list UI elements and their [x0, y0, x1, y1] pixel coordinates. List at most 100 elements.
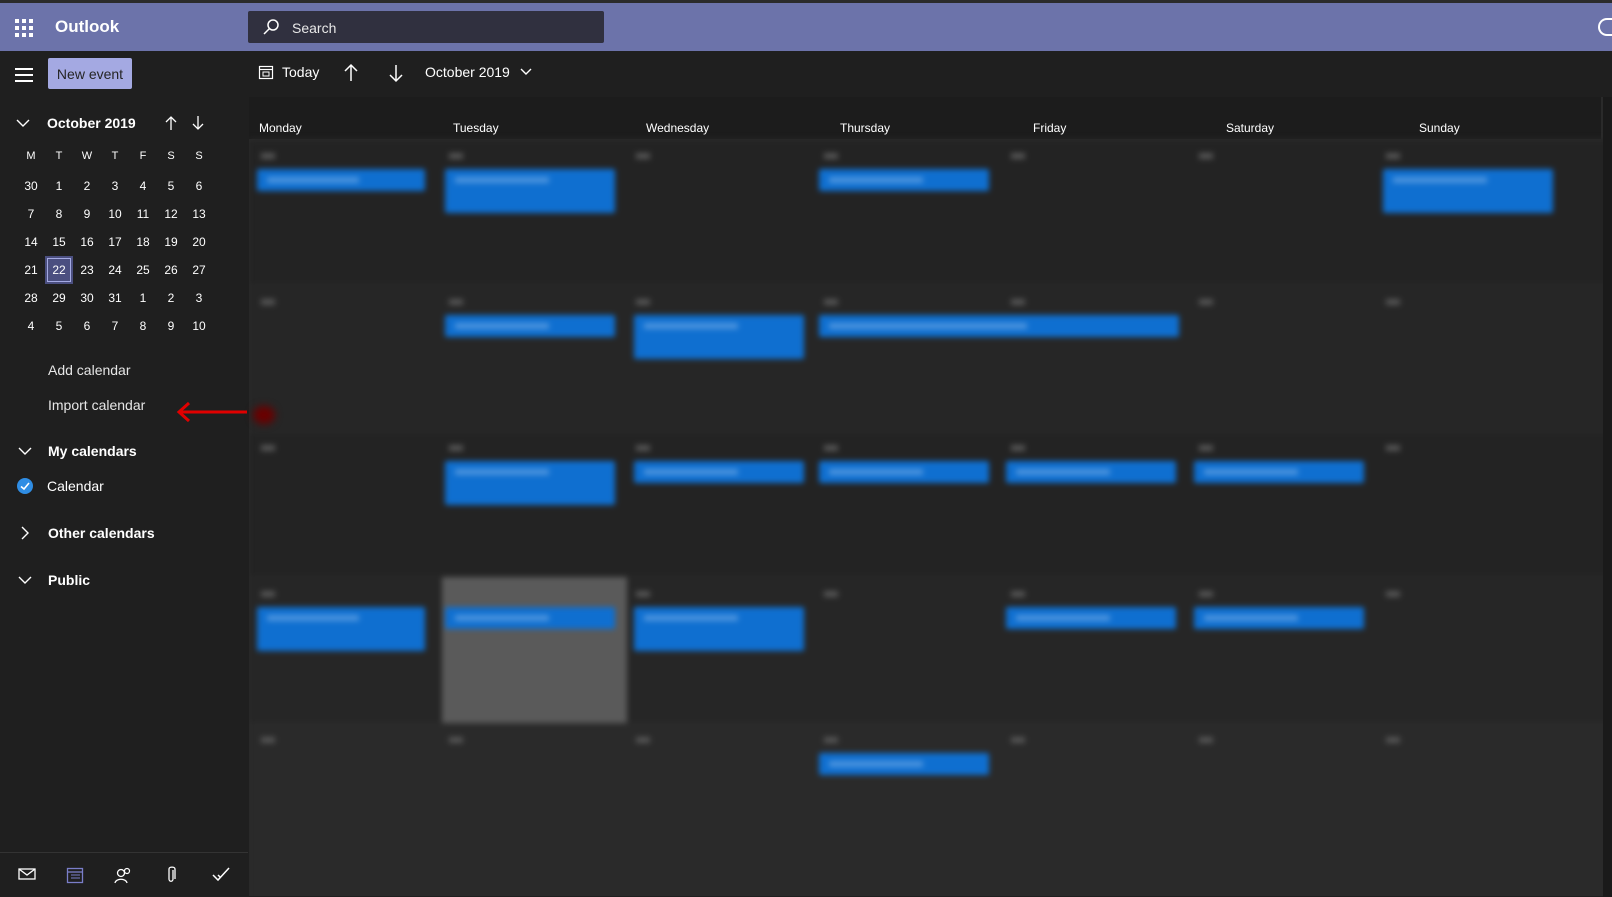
mini-calendar-day[interactable]: 1: [45, 172, 73, 200]
blurred-weeks: [249, 139, 1612, 896]
mini-calendar-day[interactable]: 23: [73, 256, 101, 284]
mini-calendar-day[interactable]: 13: [185, 200, 213, 228]
calendar-event[interactable]: [445, 461, 615, 505]
public-group[interactable]: Public: [18, 572, 90, 588]
arrow-up-icon[interactable]: [164, 115, 178, 131]
mini-calendar-day[interactable]: 31: [101, 284, 129, 312]
mini-calendar-day[interactable]: 30: [17, 172, 45, 200]
calendar-event[interactable]: [445, 607, 615, 629]
calendar-event[interactable]: [1383, 169, 1553, 213]
other-calendars-group[interactable]: Other calendars: [18, 525, 155, 541]
calendar-event[interactable]: [634, 607, 804, 651]
chevron-down-icon[interactable]: [16, 118, 30, 128]
mail-icon[interactable]: [18, 866, 36, 882]
mini-calendar-day[interactable]: 4: [17, 312, 45, 340]
calendar-event[interactable]: [445, 169, 615, 213]
calendar-event[interactable]: [257, 607, 425, 651]
mini-calendar-day[interactable]: 9: [157, 312, 185, 340]
mini-calendar-day[interactable]: 25: [129, 256, 157, 284]
add-calendar-link[interactable]: Add calendar: [48, 362, 131, 378]
mini-calendar-day[interactable]: 28: [17, 284, 45, 312]
calendar-event[interactable]: [819, 753, 989, 775]
mini-calendar-day[interactable]: 7: [101, 312, 129, 340]
my-calendars-group[interactable]: My calendars: [18, 443, 137, 459]
skype-icon[interactable]: [1598, 18, 1612, 36]
mini-calendar-day[interactable]: 30: [73, 284, 101, 312]
mini-calendar-week: 4 5 6 7 8 9 10: [17, 312, 213, 340]
calendar-event[interactable]: [819, 315, 1179, 337]
mini-calendar-day[interactable]: 15: [45, 228, 73, 256]
day-header: Monday: [259, 121, 302, 135]
today-button[interactable]: Today: [258, 64, 319, 80]
mini-calendar-day[interactable]: 8: [129, 312, 157, 340]
paperclip-icon[interactable]: [164, 866, 178, 884]
calendar-event[interactable]: [634, 461, 804, 483]
new-event-button[interactable]: New event: [48, 58, 132, 89]
mini-calendar-day[interactable]: 6: [185, 172, 213, 200]
app-title[interactable]: Outlook: [55, 17, 119, 37]
calendar-event[interactable]: [1194, 607, 1364, 629]
mini-calendar-day[interactable]: 6: [73, 312, 101, 340]
calendar-event[interactable]: [1006, 607, 1176, 629]
calendar-event[interactable]: [445, 315, 615, 337]
calendar-event[interactable]: [257, 169, 425, 191]
mini-calendar-day[interactable]: 2: [73, 172, 101, 200]
mini-calendar-day[interactable]: 4: [129, 172, 157, 200]
hamburger-icon[interactable]: [15, 68, 33, 86]
import-calendar-link[interactable]: Import calendar: [48, 397, 145, 413]
mini-calendar-dow-row: M T W T F S S: [17, 144, 213, 172]
mini-calendar-day[interactable]: 14: [17, 228, 45, 256]
arrow-up-icon[interactable]: [343, 63, 359, 83]
calendar-event[interactable]: [819, 461, 989, 483]
calendar-event[interactable]: [634, 315, 804, 359]
mini-calendar-day[interactable]: 2: [157, 284, 185, 312]
calendar-item[interactable]: Calendar: [17, 478, 104, 494]
calendar-event[interactable]: [819, 169, 989, 191]
mini-calendar-day[interactable]: 19: [157, 228, 185, 256]
mini-calendar-day[interactable]: 29: [45, 284, 73, 312]
mini-calendar-title[interactable]: October 2019: [47, 115, 136, 131]
mini-calendar-day[interactable]: 7: [17, 200, 45, 228]
left-pane: October 2019 M T W T F S S 30 1 2 3 4 5 6 7 8 9 10…: [0, 97, 248, 896]
todo-check-icon[interactable]: [212, 866, 230, 882]
arrow-down-icon[interactable]: [388, 63, 404, 83]
mini-calendar-day[interactable]: 1: [129, 284, 157, 312]
calendar-event[interactable]: [1006, 461, 1176, 483]
week-row[interactable]: [249, 723, 1612, 896]
mini-calendar-day[interactable]: 22: [45, 256, 73, 284]
calendar-icon[interactable]: [66, 866, 84, 884]
mini-calendar-day[interactable]: 3: [101, 172, 129, 200]
people-icon[interactable]: [114, 866, 132, 884]
mini-calendar-day[interactable]: 10: [101, 200, 129, 228]
mini-calendar-day[interactable]: 3: [185, 284, 213, 312]
chevron-down-icon: [520, 68, 532, 75]
mini-calendar-day[interactable]: 27: [185, 256, 213, 284]
mini-calendar-day[interactable]: 12: [157, 200, 185, 228]
dow-label: S: [167, 150, 175, 162]
mini-calendar-day[interactable]: 18: [129, 228, 157, 256]
checkmark-icon[interactable]: [17, 478, 33, 494]
mini-calendar-day[interactable]: 26: [157, 256, 185, 284]
dow-label: W: [81, 150, 93, 162]
mini-calendar-day[interactable]: 5: [45, 312, 73, 340]
mini-calendar-day[interactable]: 10: [185, 312, 213, 340]
annotation-marker: [253, 406, 275, 424]
calendar-event[interactable]: [1194, 461, 1364, 483]
search-box[interactable]: [248, 11, 604, 43]
mini-calendar-day[interactable]: 8: [45, 200, 73, 228]
grid-scrollbar[interactable]: [1603, 97, 1612, 897]
month-selector[interactable]: October 2019: [425, 64, 532, 80]
mini-calendar-day[interactable]: 5: [157, 172, 185, 200]
mini-calendar-day[interactable]: 20: [185, 228, 213, 256]
mini-calendar-day[interactable]: 24: [101, 256, 129, 284]
mini-calendar-day[interactable]: 9: [73, 200, 101, 228]
mini-calendar-day[interactable]: 11: [129, 200, 157, 228]
search-input[interactable]: [290, 15, 594, 41]
mini-calendar-day[interactable]: 21: [17, 256, 45, 284]
mini-calendar-day[interactable]: 16: [73, 228, 101, 256]
week-row[interactable]: [249, 285, 1612, 432]
waffle-icon[interactable]: [15, 19, 33, 37]
arrow-down-icon[interactable]: [191, 115, 205, 131]
chevron-right-icon: [21, 526, 29, 540]
mini-calendar-day[interactable]: 17: [101, 228, 129, 256]
